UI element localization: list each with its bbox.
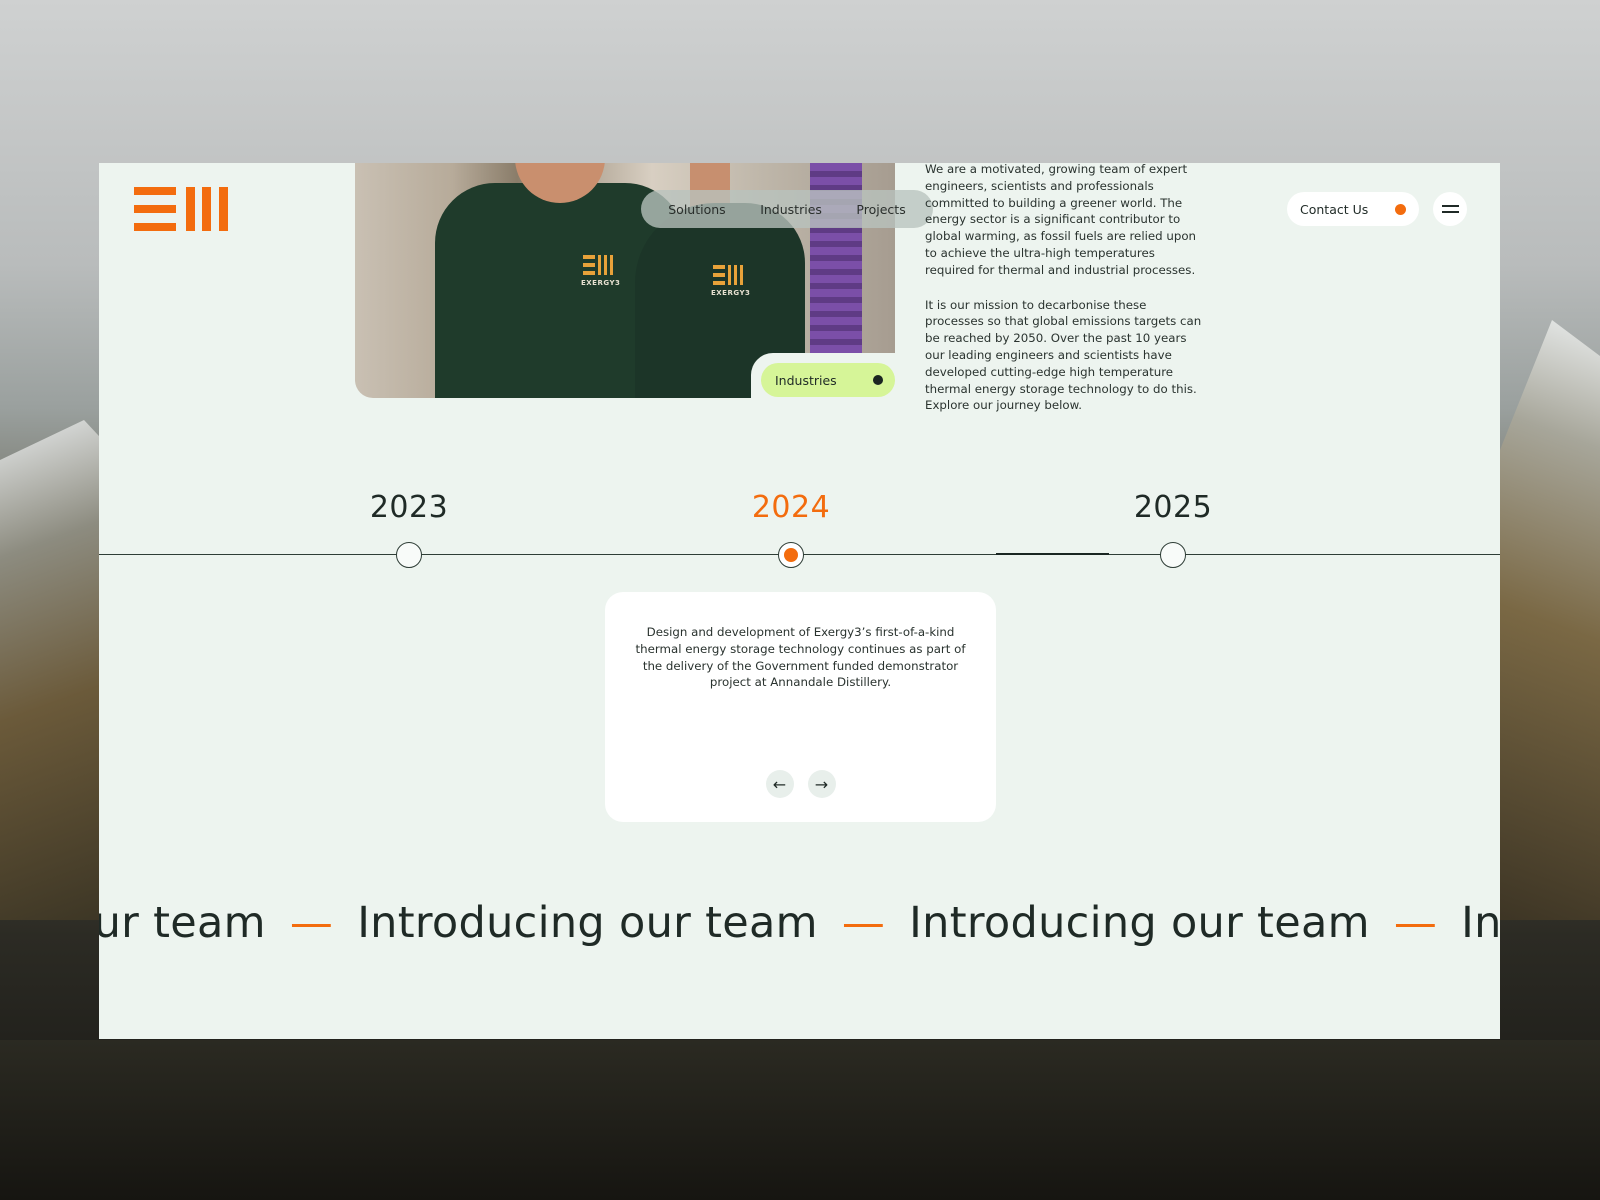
hamburger-icon: [1441, 211, 1459, 213]
marquee-separator: —: [841, 898, 886, 948]
shirt-logo: EXERGY3: [581, 255, 620, 287]
hamburger-icon: [1441, 205, 1459, 207]
arrow-right-icon: →: [814, 774, 829, 794]
prev-button[interactable]: ←: [765, 770, 794, 798]
industries-tag-label: Industries: [775, 372, 837, 388]
main-nav: Solutions Industries Projects: [641, 190, 933, 228]
marquee-segment: Introducing our team: [909, 898, 1370, 948]
timeline-node-2025[interactable]: [1160, 542, 1186, 568]
menu-button[interactable]: [1433, 192, 1467, 226]
timeline-card: Design and development of Exergy3’s firs…: [605, 592, 996, 822]
timeline-node-2023[interactable]: [396, 542, 422, 568]
intro-text: We are a motivated, growing team of expe…: [925, 163, 1207, 414]
marquee-separator: —: [1393, 898, 1438, 948]
logo-bar: [134, 187, 176, 195]
marquee-segment: Introducing our team: [357, 898, 818, 948]
shirt-logo: EXERGY3: [711, 265, 750, 297]
team-marquee: our team — Introducing our team — Introducin…: [99, 898, 1500, 948]
timeline-year-2025[interactable]: 2025: [1113, 490, 1233, 525]
logo-bar: [186, 187, 195, 231]
timeline-arrows: ← →: [605, 770, 996, 798]
marquee-segment: Introducing: [1461, 898, 1500, 948]
logo-bar: [134, 205, 176, 213]
logo-bar: [202, 187, 211, 231]
industries-tag[interactable]: Industries: [761, 363, 895, 397]
nav-item-solutions[interactable]: Solutions: [668, 202, 725, 217]
contact-us-label: Contact Us: [1300, 201, 1369, 217]
website-page: EXERGY3 EXERGY3 Industries Solutions Ind…: [99, 163, 1500, 1039]
timeline-year-2023[interactable]: 2023: [349, 490, 469, 525]
nav-item-industries[interactable]: Industries: [760, 202, 822, 217]
intro-paragraph: It is our mission to decarbonise these p…: [925, 297, 1202, 413]
next-button[interactable]: →: [807, 770, 836, 798]
shirt-logo-text: EXERGY3: [581, 279, 621, 287]
dot-icon: [873, 375, 883, 385]
background-foreground: [0, 1040, 1600, 1200]
logo-bar: [134, 223, 176, 231]
logo-bar: [219, 187, 228, 231]
dot-icon: [1395, 203, 1406, 215]
marquee-segment: our team: [99, 898, 266, 948]
logo[interactable]: [134, 187, 228, 231]
timeline-progress: [996, 553, 1109, 555]
nav-item-projects[interactable]: Projects: [856, 202, 905, 217]
timeline-year-2024[interactable]: 2024: [731, 490, 851, 525]
timeline-node-2024[interactable]: [778, 542, 804, 568]
timeline-card-text: Design and development of Exergy3’s firs…: [635, 625, 966, 690]
contact-us-button[interactable]: Contact Us: [1287, 192, 1419, 226]
intro-paragraph: We are a motivated, growing team of expe…: [925, 163, 1197, 277]
marquee-separator: —: [289, 898, 334, 948]
arrow-left-icon: ←: [772, 774, 787, 794]
shirt-logo-text: EXERGY3: [711, 289, 751, 297]
